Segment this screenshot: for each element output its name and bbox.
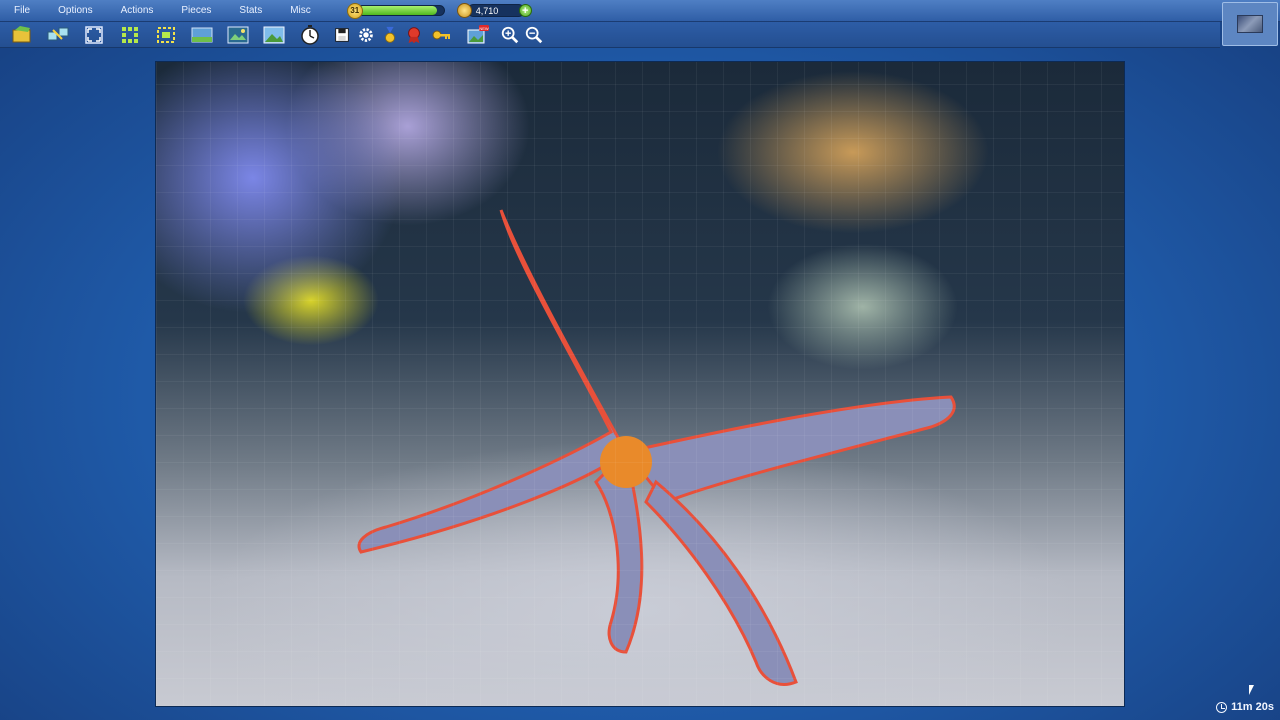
toolbar: NEW xyxy=(0,22,1220,48)
menu-stats[interactable]: Stats xyxy=(225,0,276,22)
scatter-pieces-icon xyxy=(47,27,69,40)
level-indicator: 31 xyxy=(346,2,445,19)
zoom-out-icon xyxy=(525,26,543,43)
scatter-pieces-button[interactable] xyxy=(44,23,72,47)
ghost-image-icon xyxy=(227,26,249,43)
elapsed-timer: 11m 20s xyxy=(1216,699,1274,715)
preview-thumbnail[interactable] xyxy=(1222,2,1278,46)
sort-edges-button[interactable] xyxy=(116,23,144,47)
menu-actions[interactable]: Actions xyxy=(107,0,168,22)
menu-misc[interactable]: Misc xyxy=(276,0,325,22)
menu-bar: File Options Actions Pieces Stats Misc 3… xyxy=(0,0,1280,22)
awards-ribbon-icon xyxy=(408,26,420,43)
puzzle-box-icon xyxy=(12,25,31,42)
preview-thumbnail-image xyxy=(1237,15,1263,33)
coins-count: 4,710 xyxy=(466,4,525,17)
timer-stopwatch-icon xyxy=(301,24,319,45)
xp-progress-bar xyxy=(356,5,445,16)
new-puzzle-button[interactable]: NEW xyxy=(464,23,492,47)
awards-button[interactable] xyxy=(404,23,424,47)
achievements-button[interactable] xyxy=(380,23,400,47)
hint-button[interactable] xyxy=(428,23,456,47)
zoom-out-button[interactable] xyxy=(524,23,544,47)
select-edges-button[interactable] xyxy=(152,23,180,47)
clock-icon xyxy=(1216,701,1228,713)
puzzle-board[interactable] xyxy=(155,61,1125,707)
new-puzzle-icon: NEW xyxy=(467,24,489,43)
add-coins-button[interactable]: + xyxy=(518,4,532,17)
mouse-cursor-icon xyxy=(1249,685,1259,695)
zoom-in-button[interactable] xyxy=(500,23,520,47)
timer-button[interactable] xyxy=(296,23,324,47)
starfish-image xyxy=(357,209,956,686)
hint-key-icon xyxy=(432,30,450,39)
menu-file[interactable]: File xyxy=(0,0,44,22)
zoom-in-icon xyxy=(501,26,519,43)
background-button[interactable] xyxy=(188,23,216,47)
select-edges-icon xyxy=(157,26,175,43)
preview-image-icon xyxy=(263,26,285,43)
fullscreen-button[interactable] xyxy=(80,23,108,47)
settings-gear-icon xyxy=(359,27,373,42)
sort-edges-icon xyxy=(122,26,138,43)
settings-button[interactable] xyxy=(356,23,376,47)
timer-text: 11m 20s xyxy=(1231,701,1274,713)
save-button[interactable] xyxy=(332,23,352,47)
menu-options[interactable]: Options xyxy=(44,0,106,22)
puzzle-box-button[interactable] xyxy=(8,23,36,47)
menu-pieces[interactable]: Pieces xyxy=(167,0,225,22)
preview-image-button[interactable] xyxy=(260,23,288,47)
fullscreen-icon xyxy=(85,25,103,44)
level-badge: 31 xyxy=(346,2,363,19)
save-icon xyxy=(335,27,349,42)
xp-progress-fill xyxy=(357,6,437,15)
new-badge: NEW xyxy=(479,25,489,30)
coin-icon xyxy=(456,3,472,18)
background-icon xyxy=(191,27,213,42)
coins-indicator: 4,710 + xyxy=(456,3,532,18)
ghost-image-button[interactable] xyxy=(224,23,252,47)
achievements-medal-icon xyxy=(385,26,395,43)
